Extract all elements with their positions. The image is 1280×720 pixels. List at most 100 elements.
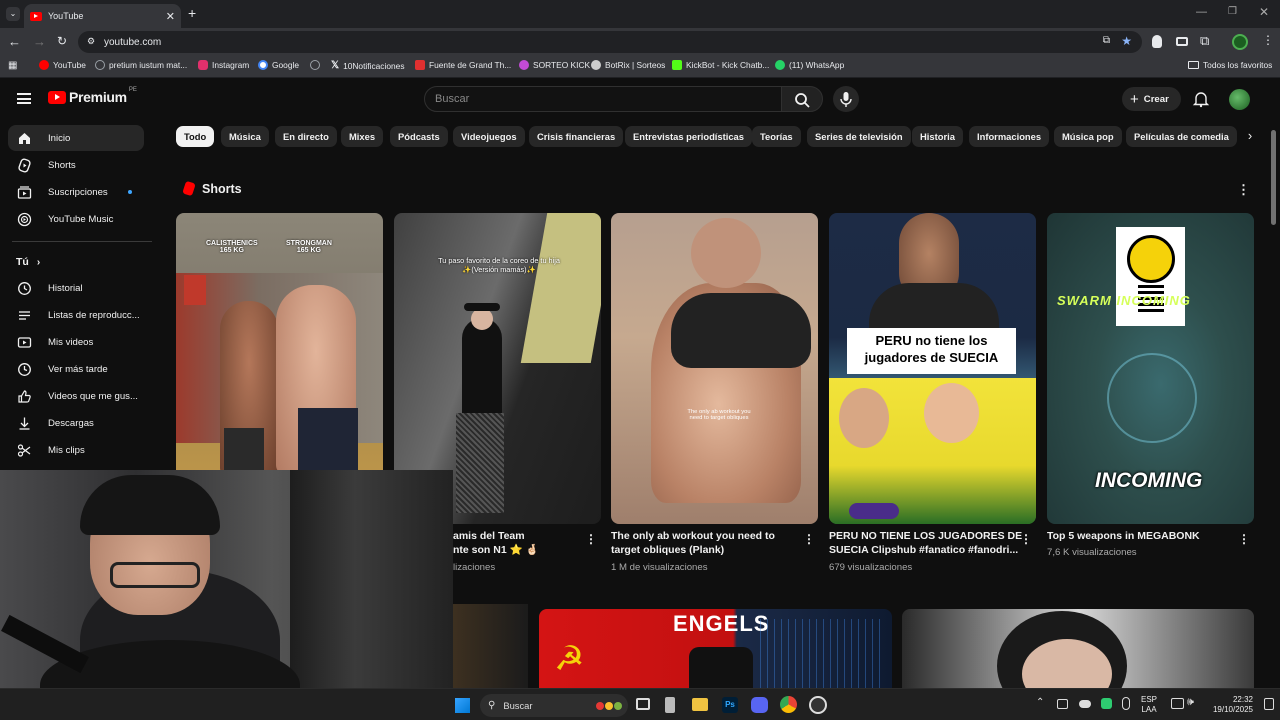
show-hidden-icons-icon[interactable]: ⌃ [1036,697,1044,708]
sidebar-item-descargas[interactable]: Descargas [8,410,144,436]
chrome-icon[interactable] [780,696,797,713]
short-menu-3-icon[interactable]: ⋮ [803,532,815,546]
bookmark-pretium[interactable]: pretium iustum mat... [95,60,187,70]
chip-crisis-financieras[interactable]: Crisis financieras [529,126,624,147]
search-input[interactable]: Buscar [424,86,782,112]
apps-grid-icon[interactable]: ▦ [8,60,17,71]
chip-series-tv[interactable]: Series de televisión [807,126,911,147]
bookmark-fuente[interactable]: Fuente de Grand Th... [415,60,511,70]
photoshop-icon[interactable]: Ps [722,697,738,713]
sidebar-item-youtube-music[interactable]: YouTube Music [8,206,144,232]
language-indicator[interactable]: ESP LAA [1141,695,1157,715]
you-section-header[interactable]: Tú › [16,256,40,268]
chip-en-directo[interactable]: En directo [275,126,337,147]
bookmark-kickbot[interactable]: KickBot - Kick Chatb... [672,60,769,70]
install-app-icon[interactable]: ⧉ [1103,35,1110,46]
chip-peliculas-comedia[interactable]: Películas de comedia [1126,126,1237,147]
minimize-icon[interactable]: — [1196,6,1207,18]
discord-icon[interactable] [751,697,768,713]
extensions-puzzle-icon[interactable]: ⧉ [1200,33,1209,49]
chip-teorias[interactable]: Teorías [752,126,801,147]
chip-mixes[interactable]: Mixes [341,126,384,147]
reload-icon[interactable]: ↻ [57,34,67,48]
chip-musica[interactable]: Música [221,126,269,147]
site-info-icon[interactable]: ⚙ [87,36,95,47]
file-explorer-icon[interactable] [692,698,708,711]
bookmark-google[interactable]: Google [258,60,299,70]
shorts-section-menu-icon[interactable]: ⋮ [1237,182,1250,198]
volume-icon[interactable]: 🕪 [1187,696,1194,709]
bookmark-star-icon[interactable]: ★ [1121,34,1132,48]
address-bar[interactable]: ⚙ youtube.com ⧉ ★ [78,31,1142,53]
hamburger-menu-icon[interactable] [17,93,31,104]
chip-historia[interactable]: Historia [912,126,963,147]
tab-list-button[interactable]: ⌄ [6,7,20,21]
short-menu-4-icon[interactable]: ⋮ [1020,532,1032,546]
close-tab-icon[interactable]: ✕ [166,10,175,23]
chip-podcasts[interactable]: Pódcasts [390,126,448,147]
sidebar-item-ver-mas-tarde[interactable]: Ver más tarde [8,356,144,382]
video-thumbnail-row2-2[interactable]: ENGELS ☭ [539,609,892,688]
bookmark-instagram[interactable]: Instagram [198,60,249,70]
short-title-4[interactable]: PERU NO TIENE LOS JUGADORES DE SUECIA Cl… [829,529,1022,557]
search-button[interactable] [781,86,823,112]
tab-youtube[interactable]: YouTube ✕ [24,4,181,28]
browser-menu-icon[interactable]: ⋮ [1262,33,1274,47]
page-scrollbar[interactable] [1271,130,1276,225]
chip-todo[interactable]: Todo [176,126,215,147]
notifications-button[interactable] [1192,90,1210,108]
video-thumbnail-row2-1[interactable] [453,604,528,688]
bookmark-botrix[interactable]: BotRix | Sorteos [591,60,665,70]
new-tab-button[interactable]: + [188,5,196,21]
restore-icon[interactable]: ❐ [1228,6,1237,17]
sidebar-item-shorts[interactable]: Shorts [8,152,144,178]
short-thumbnail-4[interactable]: PERU no tiene los jugadores de SUECIA [829,213,1036,524]
video-thumbnail-row2-3[interactable] [902,609,1254,688]
bookmark-x[interactable]: 𝕏 10Notificaciones [331,60,405,71]
chip-videojuegos[interactable]: Videojuegos [453,126,525,147]
sidebar-item-suscripciones[interactable]: Suscripciones [8,179,144,205]
sidebar-item-videos-me-gustan[interactable]: Videos que me gus... [8,383,144,409]
obs-icon[interactable] [809,696,827,714]
create-button[interactable]: + Crear [1122,87,1181,111]
chips-next-icon[interactable]: › [1240,126,1260,147]
forward-icon[interactable]: → [33,34,46,49]
taskbar-search[interactable]: ⚲ Buscar [480,694,628,717]
sidebar-item-historial[interactable]: Historial [8,275,144,301]
close-window-icon[interactable]: ✕ [1259,5,1269,19]
profile-avatar[interactable] [1232,34,1248,50]
task-view-icon[interactable] [636,698,650,710]
bookmark-sorteo-kick[interactable]: SORTEO KICK [519,60,590,70]
youtube-logo[interactable]: Premium PE [48,87,137,105]
short-title-3[interactable]: The only ab workout you need to target o… [611,529,775,557]
all-bookmarks-folder[interactable]: Todos los favoritos [1188,60,1272,70]
microphone-tray-icon[interactable] [1122,697,1130,710]
app-icon-1[interactable] [665,697,675,713]
extension-icon[interactable] [1152,35,1162,48]
bookmark-youtube[interactable]: YouTube [39,60,86,70]
voice-search-button[interactable] [833,86,859,112]
bookmark-whatsapp[interactable]: (11) WhatsApp [775,60,844,70]
chip-entrevistas[interactable]: Entrevistas periodísticas [625,126,752,147]
tray-icon-1[interactable] [1057,699,1068,709]
bookmark-globe[interactable] [310,60,320,70]
sidebar-item-inicio[interactable]: Inicio [8,125,144,151]
chip-informaciones[interactable]: Informaciones [969,126,1050,147]
clock[interactable]: 22:32 19/10/2025 [1207,695,1253,715]
media-icon[interactable] [1176,37,1188,46]
network-icon[interactable] [1171,698,1184,709]
chip-musica-pop[interactable]: Música pop [1054,126,1122,147]
windows-start-icon[interactable] [455,698,470,713]
tray-icon-2[interactable] [1101,698,1112,709]
short-title-2[interactable]: amis del Team nte son N1 ⭐ 🤞🏻 [453,529,583,557]
short-thumbnail-5[interactable]: SWARM INCOMING INCOMING [1047,213,1254,524]
short-menu-2-icon[interactable]: ⋮ [585,532,597,546]
short-thumbnail-3[interactable]: The only ab workout you need to target o… [611,213,818,524]
sidebar-item-mis-clips[interactable]: Mis clips [8,437,144,463]
account-avatar[interactable] [1229,89,1250,110]
short-menu-5-icon[interactable]: ⋮ [1238,532,1250,546]
sidebar-item-mis-videos[interactable]: Mis videos [8,329,144,355]
sidebar-item-listas[interactable]: Listas de reproducc... [8,302,144,328]
short-title-5[interactable]: Top 5 weapons in MEGABONK [1047,529,1200,543]
notification-center-icon[interactable] [1264,698,1274,710]
